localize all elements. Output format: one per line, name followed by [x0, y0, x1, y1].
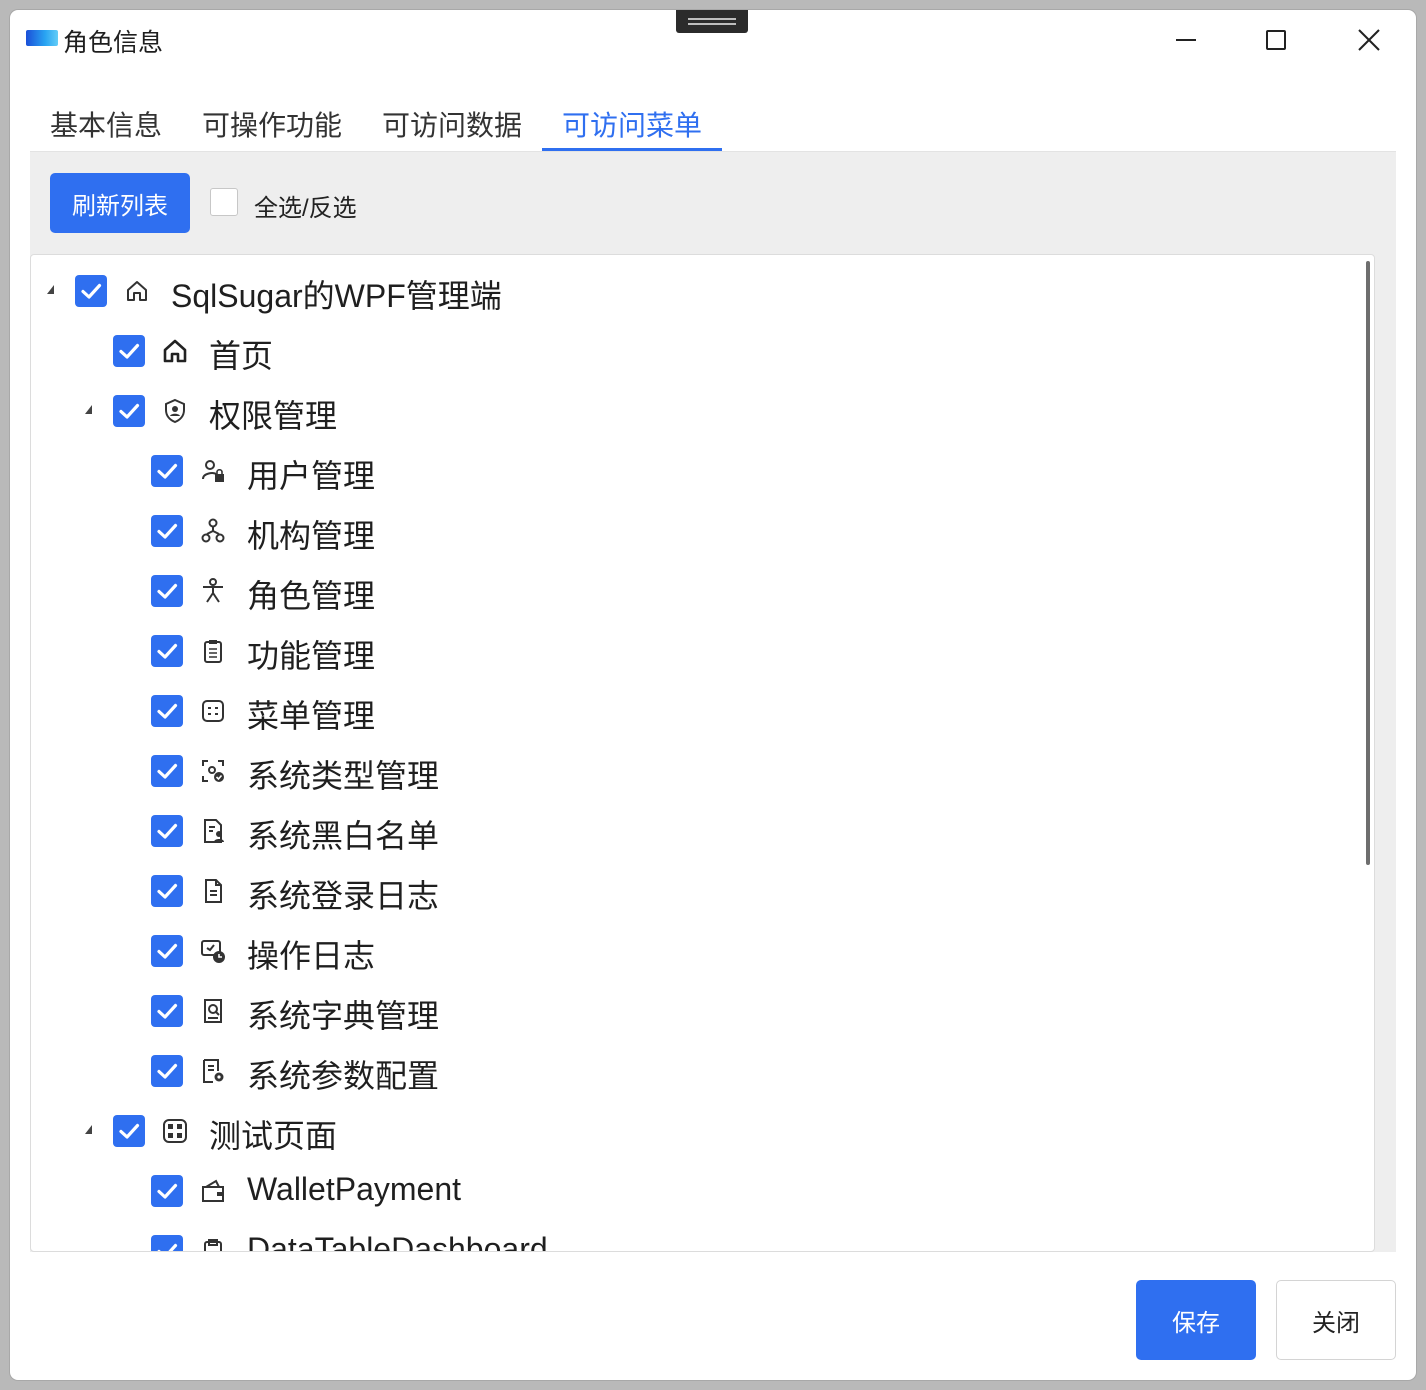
shield-user-icon: [161, 397, 189, 425]
node-checkbox[interactable]: [151, 575, 183, 607]
node-label: 系统参数配置: [247, 1058, 440, 1094]
node-label: 测试页面: [209, 1118, 338, 1154]
tree-node[interactable]: 角色管理: [31, 561, 1374, 621]
maximize-icon: [1266, 30, 1286, 50]
tab-bar: 基本信息 可操作功能 可访问数据 可访问菜单: [30, 96, 1396, 152]
node-checkbox[interactable]: [151, 995, 183, 1027]
select-all-label: 全选/反选: [254, 195, 357, 222]
node-label: 菜单管理: [247, 698, 376, 734]
minimize-button[interactable]: [1162, 18, 1210, 62]
node-label: 系统登录日志: [247, 878, 440, 914]
tree-node[interactable]: 操作日志: [31, 921, 1374, 981]
node-checkbox[interactable]: [151, 1175, 183, 1207]
expand-toggle-icon[interactable]: [47, 285, 54, 294]
tree-node[interactable]: 系统类型管理: [31, 741, 1374, 801]
document-user-icon: [199, 817, 227, 845]
node-label: SqlSugar的WPF管理端: [171, 278, 502, 314]
node-checkbox[interactable]: [151, 1235, 183, 1251]
home-outline-icon: [123, 277, 151, 305]
org-tree-icon: [199, 517, 227, 545]
tree-node[interactable]: 功能管理: [31, 621, 1374, 681]
node-label: 系统类型管理: [247, 758, 440, 794]
tab-operable-functions[interactable]: 可操作功能: [192, 96, 352, 152]
menu-tree: SqlSugar的WPF管理端首页权限管理用户管理机构管理角色管理功能管理菜单管…: [30, 254, 1375, 1252]
node-label: 系统字典管理: [247, 998, 440, 1034]
role-info-dialog: 角色信息 基本信息 可操作功能 可访问数据 可访问菜单 刷新列表 全选/反选 S…: [10, 10, 1416, 1380]
node-label: WalletPayment: [247, 1171, 461, 1207]
menu-box-icon: [199, 697, 227, 725]
close-button[interactable]: 关闭: [1276, 1280, 1396, 1360]
document-settings-icon: [199, 1057, 227, 1085]
tree-node[interactable]: 菜单管理: [31, 681, 1374, 741]
tree-node[interactable]: 系统黑白名单: [31, 801, 1374, 861]
tree-node[interactable]: 系统字典管理: [31, 981, 1374, 1041]
node-label: DataTableDashboard: [247, 1231, 548, 1252]
node-checkbox[interactable]: [151, 815, 183, 847]
dictionary-icon: [199, 997, 227, 1025]
expand-toggle-icon[interactable]: [85, 1125, 92, 1134]
node-checkbox[interactable]: [75, 275, 107, 307]
title-bar: 角色信息: [10, 10, 1416, 70]
maximize-button[interactable]: [1252, 18, 1300, 62]
node-checkbox[interactable]: [113, 1115, 145, 1147]
clipboard-icon: [199, 1237, 227, 1251]
tree-node[interactable]: DataTableDashboard: [31, 1221, 1374, 1252]
tree-node[interactable]: WalletPayment: [31, 1161, 1374, 1221]
node-checkbox[interactable]: [151, 875, 183, 907]
select-all-checkbox[interactable]: [210, 188, 238, 216]
tree-node[interactable]: 系统登录日志: [31, 861, 1374, 921]
window-title: 角色信息: [63, 29, 164, 57]
node-label: 系统黑白名单: [247, 818, 440, 854]
home-icon: [161, 337, 189, 365]
tree-node[interactable]: 测试页面: [31, 1101, 1374, 1161]
node-checkbox[interactable]: [151, 455, 183, 487]
node-label: 机构管理: [247, 518, 376, 554]
screen-clock-icon: [199, 937, 227, 965]
node-checkbox[interactable]: [113, 335, 145, 367]
tree-node[interactable]: 用户管理: [31, 441, 1374, 501]
node-label: 首页: [209, 338, 274, 374]
person-star-icon: [199, 577, 227, 605]
close-icon: [1358, 29, 1380, 51]
tree-node[interactable]: 机构管理: [31, 501, 1374, 561]
node-label: 用户管理: [247, 458, 376, 494]
close-window-button[interactable]: [1344, 18, 1392, 62]
tab-accessible-data[interactable]: 可访问数据: [372, 96, 532, 152]
user-lock-icon: [199, 457, 227, 485]
tree-node[interactable]: 权限管理: [31, 381, 1374, 441]
node-checkbox[interactable]: [151, 635, 183, 667]
tab-basic-info[interactable]: 基本信息: [30, 96, 182, 152]
tree-node[interactable]: 首页: [31, 321, 1374, 381]
node-checkbox[interactable]: [113, 395, 145, 427]
node-checkbox[interactable]: [151, 935, 183, 967]
node-label: 角色管理: [247, 578, 376, 614]
tab-accessible-menu[interactable]: 可访问菜单: [542, 96, 722, 152]
wallet-icon: [199, 1177, 227, 1205]
tree-node[interactable]: 系统参数配置: [31, 1041, 1374, 1101]
expand-toggle-icon[interactable]: [85, 405, 92, 414]
node-checkbox[interactable]: [151, 695, 183, 727]
node-label: 功能管理: [247, 638, 376, 674]
node-checkbox[interactable]: [151, 1055, 183, 1087]
clipboard-list-icon: [199, 637, 227, 665]
grid-box-icon: [161, 1117, 189, 1145]
tree-node[interactable]: SqlSugar的WPF管理端: [31, 261, 1374, 321]
node-checkbox[interactable]: [151, 755, 183, 787]
menu-permission-panel: 刷新列表 全选/反选 SqlSugar的WPF管理端首页权限管理用户管理机构管理…: [30, 151, 1396, 1252]
node-label: 操作日志: [247, 938, 376, 974]
minimize-icon: [1176, 39, 1196, 41]
type-settings-icon: [199, 757, 227, 785]
document-icon: [199, 877, 227, 905]
node-label: 权限管理: [209, 398, 338, 434]
refresh-list-button[interactable]: 刷新列表: [50, 173, 190, 233]
save-button[interactable]: 保存: [1136, 1280, 1256, 1360]
app-logo-icon: [26, 30, 58, 46]
node-checkbox[interactable]: [151, 515, 183, 547]
